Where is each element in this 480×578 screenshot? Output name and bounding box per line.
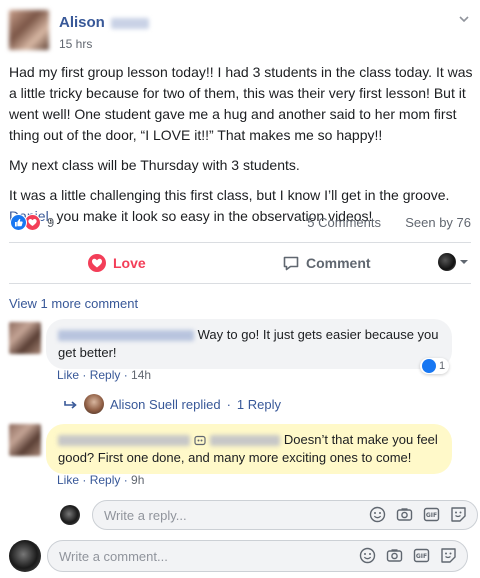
sticker-badge-icon xyxy=(194,435,206,446)
replier-avatar xyxy=(84,394,104,414)
sticker-icon[interactable] xyxy=(450,506,467,523)
post-action-bar: Love Comment xyxy=(9,246,471,280)
seen-by-count[interactable]: Seen by 76 xyxy=(405,215,471,230)
comment-actions: Like · Reply · 14h xyxy=(57,368,152,382)
chevron-down-icon[interactable] xyxy=(457,12,471,26)
reply-count: 1 Reply xyxy=(236,396,281,412)
comment-reply-link[interactable]: Reply xyxy=(90,368,121,382)
post-body: Had my first group lesson today!! I had … xyxy=(9,62,475,236)
gif-icon[interactable]: GIF xyxy=(413,547,430,564)
comment-like-count: 1 xyxy=(439,360,446,372)
post-paragraph: My next class will be Thursday with 3 st… xyxy=(9,157,300,173)
like-reaction-icon[interactable] xyxy=(10,214,27,231)
love-button-label: Love xyxy=(113,255,146,271)
commenter-name-redacted[interactable] xyxy=(58,435,190,447)
like-reaction-icon xyxy=(422,359,436,373)
commenter-avatar[interactable] xyxy=(9,322,41,354)
composer-icons: GIF xyxy=(369,506,467,523)
view-more-comments-link[interactable]: View 1 more comment xyxy=(9,296,138,311)
comment-icon xyxy=(283,256,299,271)
post-header: Alison 15 hrs xyxy=(9,8,471,56)
reply-composer: Write a reply... GIF xyxy=(60,500,478,530)
comment-input[interactable]: Write a comment... GIF xyxy=(47,540,468,572)
reply-arrow-icon xyxy=(64,401,77,409)
comment-time[interactable]: 9h xyxy=(131,473,144,487)
post-paragraph: Had my first group lesson today!! I had … xyxy=(9,64,473,143)
smiley-icon[interactable] xyxy=(369,506,386,523)
author-name[interactable]: Alison xyxy=(59,14,105,31)
commenter-secondary-redacted xyxy=(210,435,281,447)
svg-text:GIF: GIF xyxy=(416,553,427,560)
comment-like-link[interactable]: Like xyxy=(57,473,79,487)
comments-count[interactable]: 5 Comments xyxy=(307,215,381,230)
commenter-avatar[interactable] xyxy=(9,424,41,456)
comment-button[interactable]: Comment xyxy=(282,252,371,274)
comments-section: View 1 more comment Way to go! It just g… xyxy=(0,284,480,578)
comment-reply-link[interactable]: Reply xyxy=(90,473,121,487)
post-timestamp[interactable]: 15 hrs xyxy=(59,37,92,51)
comment-bubble: Doesn’t that make you feel good? First o… xyxy=(46,424,452,474)
gif-icon[interactable]: GIF xyxy=(423,506,440,523)
comment-time[interactable]: 14h xyxy=(131,368,151,382)
comment-like-link[interactable]: Like xyxy=(57,368,79,382)
post-text: It was a little challenging this first c… xyxy=(9,187,450,203)
viewer-avatar xyxy=(438,253,456,271)
composer-icons: GIF xyxy=(359,547,457,564)
reply-placeholder: Write a reply... xyxy=(104,507,187,523)
viewer-avatar xyxy=(60,505,80,525)
comment-composer: Write a comment... GIF xyxy=(9,540,468,572)
author-lastname-redacted xyxy=(111,18,149,29)
comment-button-label: Comment xyxy=(306,255,371,271)
camera-icon[interactable] xyxy=(396,506,413,523)
camera-icon[interactable] xyxy=(386,547,403,564)
commenter-name-redacted[interactable] xyxy=(58,330,194,342)
author-avatar[interactable] xyxy=(9,10,49,50)
replied-separator: · xyxy=(226,396,231,412)
heart-icon xyxy=(88,254,106,272)
replies-link[interactable]: Alison Suell replied · 1 Reply xyxy=(64,394,281,414)
reactions-summary: 9 5 Comments Seen by 76 xyxy=(9,212,471,234)
replied-text: Alison Suell replied xyxy=(110,396,221,412)
divider xyxy=(9,242,471,243)
viewer-avatar xyxy=(9,540,41,572)
audience-dropdown-icon xyxy=(460,260,468,264)
reaction-count[interactable]: 9 xyxy=(47,215,54,230)
reply-input[interactable]: Write a reply... GIF xyxy=(92,500,478,530)
svg-text:GIF: GIF xyxy=(426,512,437,519)
comment-actions: Like · Reply · 9h xyxy=(57,473,145,487)
sticker-icon[interactable] xyxy=(440,547,457,564)
comment-reaction-badge[interactable]: 1 xyxy=(420,358,450,374)
love-button[interactable]: Love xyxy=(87,252,146,274)
audience-selector[interactable] xyxy=(438,253,469,271)
comment-bubble: Way to go! It just gets easier because y… xyxy=(46,319,452,369)
comment-placeholder: Write a comment... xyxy=(59,548,168,564)
smiley-icon[interactable] xyxy=(359,547,376,564)
